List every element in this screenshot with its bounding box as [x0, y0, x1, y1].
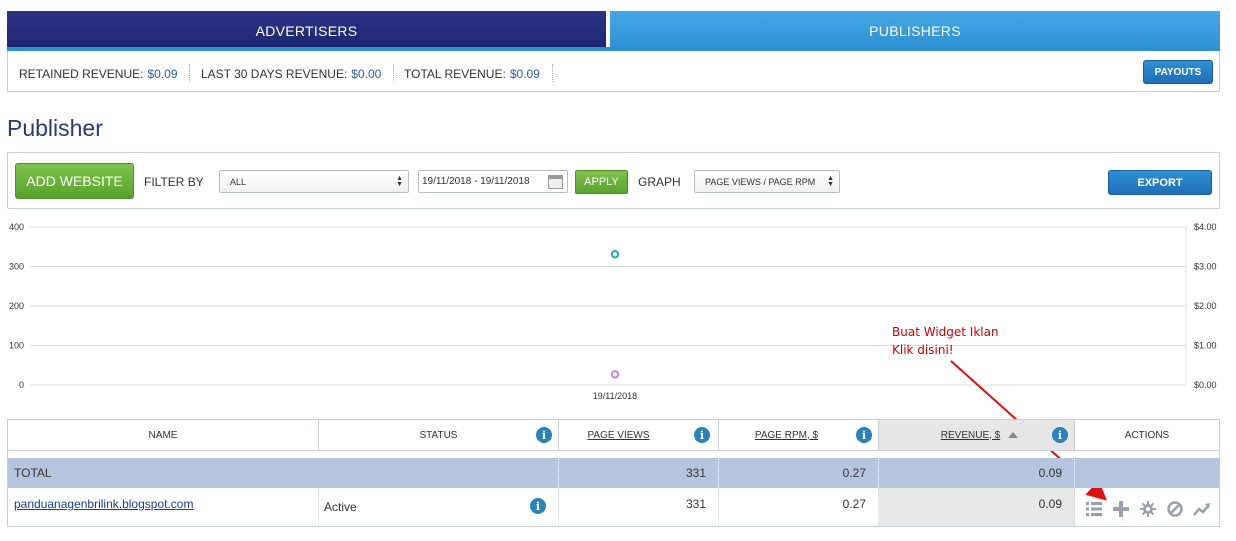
calendar-icon[interactable]	[548, 175, 563, 189]
info-icon[interactable]: i	[530, 498, 546, 514]
date-range-input[interactable]: 19/11/2018 - 19/11/2018	[418, 170, 568, 193]
select-arrows-icon: ▲ ▼	[396, 175, 403, 188]
website-link[interactable]: panduanagenbrilink.blogspot.com	[14, 497, 193, 511]
main-tabs: ADVERTISERS PUBLISHERS	[7, 11, 1220, 50]
right-axis-tick-label: $4.00	[1194, 222, 1217, 232]
left-axis-tick-label: 400	[9, 222, 24, 232]
column-header-revenue[interactable]: REVENUE, $ i	[879, 420, 1075, 450]
revenue-value: 0.09	[1038, 497, 1062, 511]
column-header-name[interactable]: NAME	[8, 420, 319, 450]
list-icon[interactable]	[1084, 499, 1103, 518]
page-rpm-cell: 0.27	[719, 488, 879, 526]
total-revenue-label: TOTAL REVENUE:	[404, 67, 506, 81]
gear-icon[interactable]	[1138, 499, 1157, 518]
page-rpm-value: 0.27	[842, 497, 866, 511]
table-row: panduanagenbrilink.blogspot.com Active i…	[8, 488, 1219, 526]
right-axis-tick-label: $2.00	[1194, 301, 1217, 311]
status-value: Active	[324, 500, 357, 514]
last30-revenue: LAST 30 DAYS REVENUE: $0.00	[201, 67, 381, 81]
annotation-text: Buat Widget Iklan Klik disini!	[892, 323, 999, 359]
data-point	[610, 250, 620, 259]
total-row: TOTAL 331 0.27 0.09	[8, 458, 1219, 488]
right-axis-tick-label: $0.00	[1194, 380, 1217, 390]
info-icon[interactable]: i	[694, 427, 710, 443]
filter-by-label: FILTER BY	[144, 175, 204, 189]
right-axis-tick-label: $1.00	[1194, 341, 1217, 351]
column-header-page-rpm[interactable]: PAGE RPM, $ i	[719, 420, 879, 450]
info-icon[interactable]: i	[1052, 427, 1068, 443]
total-revenue-cell: 0.09	[879, 458, 1075, 488]
publisher-dashboard: ADVERTISERS PUBLISHERS RETAINED REVENUE:…	[0, 0, 1236, 541]
page-title: Publisher	[7, 115, 103, 141]
tab-advertisers[interactable]: ADVERTISERS	[7, 11, 606, 50]
left-axis-tick-label: 200	[9, 301, 24, 311]
x-axis-tick-label: 19/11/2018	[593, 391, 637, 401]
retained-revenue-value: $0.09	[147, 67, 178, 81]
graph-select[interactable]: PAGE VIEWS / PAGE RPM ▲ ▼	[694, 170, 840, 193]
filter-toolbar: ADD WEBSITE FILTER BY ALL ▲ ▼ 19/11/2018 …	[7, 152, 1220, 209]
revenue-summary-bar: RETAINED REVENUE: $0.09 LAST 30 DAYS REVE…	[7, 51, 1220, 92]
left-axis-tick-label: 100	[9, 341, 24, 351]
websites-table: NAME STATUS i PAGE VIEWS i PAGE RPM, $ i…	[7, 419, 1220, 527]
sort-ascending-icon	[1008, 432, 1019, 438]
retained-revenue-label: RETAINED REVENUE:	[19, 67, 144, 81]
page-views-rpm-chart: 0 100 200 300 400 $0.00 $1.00 $2.00 $3.00 $4.00 19…	[9, 222, 1217, 401]
header-spacer	[8, 450, 1219, 458]
graph-label: GRAPH	[638, 175, 681, 189]
graph-select-value: PAGE VIEWS / PAGE RPM	[705, 176, 816, 187]
row-actions	[1084, 499, 1211, 518]
payouts-button[interactable]: PAYOUTS	[1143, 60, 1213, 84]
column-header-actions: ACTIONS	[1075, 420, 1219, 450]
retained-revenue: RETAINED REVENUE: $0.09	[19, 67, 178, 81]
last30-revenue-value: $0.00	[351, 67, 382, 81]
total-page-rpm: 0.27	[719, 458, 879, 488]
divider	[552, 64, 553, 82]
revenue-cell: 0.09	[879, 488, 1075, 526]
column-header-page-rpm-label: PAGE RPM, $	[754, 429, 819, 441]
status-cell: Active i	[319, 488, 559, 526]
column-header-status[interactable]: STATUS i	[319, 420, 559, 450]
left-axis-tick-label: 300	[9, 262, 24, 272]
column-header-actions-label: ACTIONS	[1124, 429, 1170, 441]
data-point	[610, 370, 620, 379]
select-arrows-icon: ▲ ▼	[827, 175, 834, 188]
column-header-page-views-label: PAGE VIEWS	[587, 429, 650, 441]
total-revenue-value: $0.09	[509, 67, 540, 81]
total-page-views: 331	[559, 458, 719, 488]
add-website-button[interactable]: ADD WEBSITE	[15, 163, 134, 199]
divider	[189, 64, 190, 82]
column-header-page-views[interactable]: PAGE VIEWS i	[559, 420, 719, 450]
info-icon[interactable]: i	[856, 427, 872, 443]
date-range-value: 19/11/2018 - 19/11/2018	[422, 176, 530, 187]
info-icon[interactable]: i	[536, 427, 552, 443]
total-revenue: TOTAL REVENUE: $0.09	[404, 67, 540, 81]
name-cell: panduanagenbrilink.blogspot.com	[8, 488, 319, 526]
page-views-cell: 331	[559, 488, 719, 526]
export-button[interactable]: EXPORT	[1108, 170, 1212, 195]
filter-select[interactable]: ALL ▲ ▼	[219, 170, 409, 193]
plus-icon[interactable]	[1111, 499, 1130, 518]
right-axis-tick-label: $3.00	[1194, 262, 1217, 272]
trend-chart-icon[interactable]	[1192, 499, 1211, 518]
total-label: TOTAL	[8, 458, 559, 488]
column-header-status-label: STATUS	[419, 429, 458, 441]
tab-publishers[interactable]: PUBLISHERS	[610, 11, 1220, 50]
annotation-line-2: Klik disini!	[892, 343, 954, 357]
filter-select-value: ALL	[230, 176, 247, 187]
column-header-revenue-label: REVENUE, $	[940, 429, 1001, 441]
column-header-name-label: NAME	[148, 429, 178, 441]
last30-revenue-label: LAST 30 DAYS REVENUE:	[201, 67, 348, 81]
left-axis-tick-label: 0	[19, 380, 24, 390]
block-icon[interactable]	[1165, 499, 1184, 518]
page-views-value: 331	[685, 497, 706, 511]
divider	[393, 64, 394, 82]
apply-button[interactable]: APPLY	[575, 170, 628, 194]
annotation-line-1: Buat Widget Iklan	[892, 325, 999, 339]
